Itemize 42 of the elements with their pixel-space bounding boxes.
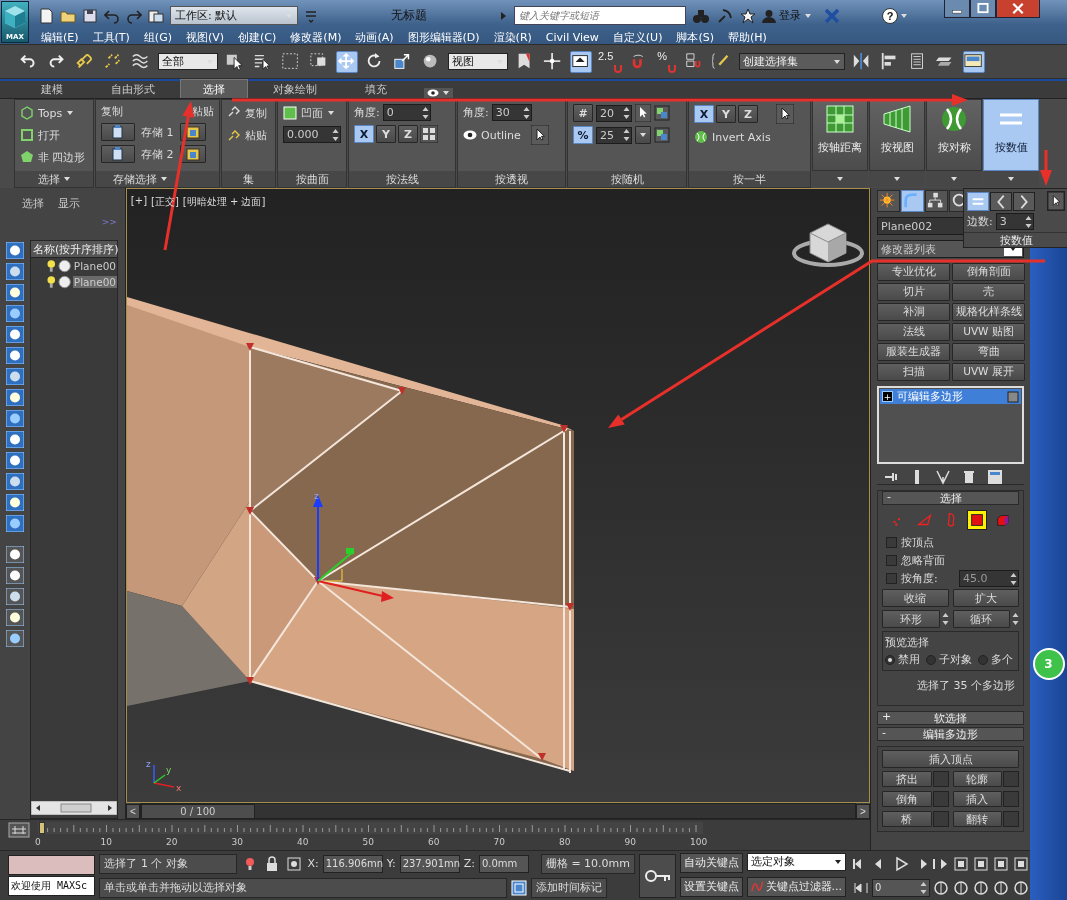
axis-label: z [145, 759, 151, 769]
angle-label: 角度: [354, 105, 380, 120]
frame-number: 70 [493, 837, 506, 848]
group-label: 按曲面 [278, 171, 346, 187]
checkbox-label: 忽略背面 [901, 553, 945, 568]
axis-label: z [313, 491, 319, 501]
popup-title: 按数值 [964, 232, 1067, 247]
selection-status: 选择了 35 个多边形 [916, 678, 1016, 694]
group-label: 按随机 [568, 171, 686, 187]
frame-number: 80 [559, 837, 572, 848]
axis-label: y [165, 765, 172, 775]
radio-label: 子对象 [939, 652, 972, 667]
group-label: 按透视 [458, 171, 565, 187]
frame-number: 30 [231, 837, 244, 848]
frame-number: 90 [624, 837, 637, 848]
prompt-text: 单击或单击并拖动以选择对象 [99, 877, 508, 898]
frame-number: 0 [35, 837, 42, 848]
coordinate-label: Z: [463, 857, 475, 870]
checkbox-label: 按顶点 [901, 535, 934, 550]
group-label: 集 [222, 171, 275, 187]
radio-label: 禁用 [898, 652, 920, 667]
window-title: 无标题 [390, 7, 428, 24]
group-label: 按法线 [349, 171, 455, 187]
group-title: 预览选择 [885, 635, 930, 650]
coordinate-label: Y: [386, 857, 396, 870]
frame-number: 10 [100, 837, 113, 848]
frame-number: 60 [428, 837, 441, 848]
checkbox-label: 按角度: [901, 571, 938, 586]
copy-label: 复制 [101, 104, 123, 119]
axis-label: x [175, 783, 182, 793]
radio-label: 多个 [991, 652, 1013, 667]
store-label: 存储 1 [141, 124, 174, 140]
angle-label: 角度: [463, 105, 489, 120]
frame-number: 40 [297, 837, 310, 848]
grid-size: 栅格 = 10.0mm [540, 853, 636, 874]
store-label: 存储 2 [141, 146, 174, 162]
coordinate-label: X: [307, 857, 319, 870]
frame-number: 100 [690, 837, 709, 848]
group-label: 按一半 [689, 171, 810, 187]
frame-number: 50 [362, 837, 375, 848]
selection-info: 选择了 1 个 对象 [99, 853, 238, 874]
frame-number: 20 [166, 837, 179, 848]
